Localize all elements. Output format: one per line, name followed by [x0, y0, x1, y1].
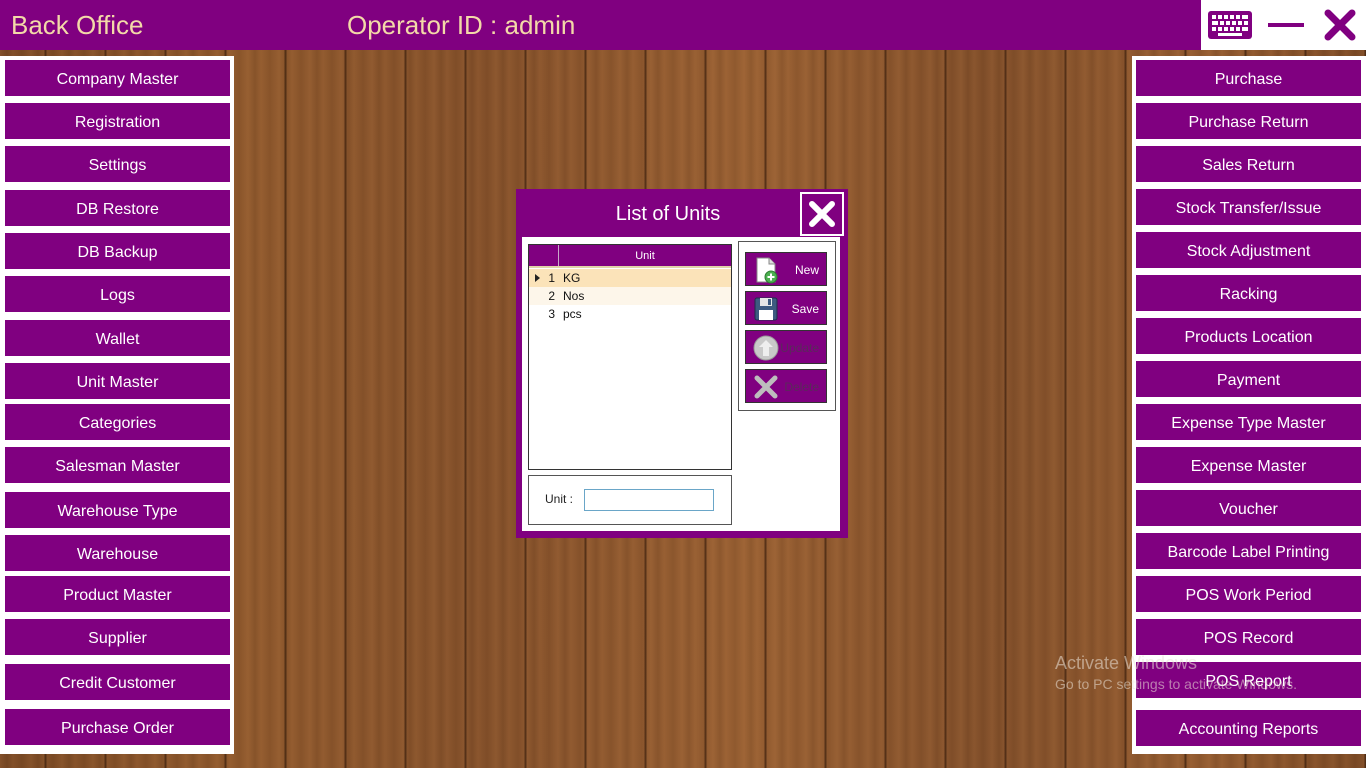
close-icon — [809, 201, 835, 227]
settings-button[interactable]: Settings — [5, 146, 230, 182]
expense-master-button[interactable]: Expense Master — [1136, 447, 1361, 483]
purchase-order-button[interactable]: Purchase Order — [5, 709, 230, 745]
new-document-icon — [756, 257, 778, 284]
sales-return-button[interactable]: Sales Return — [1136, 146, 1361, 182]
new-button[interactable]: New — [745, 252, 827, 286]
operator-id-label: Operator ID : admin — [347, 10, 576, 40]
unit-master-button[interactable]: Unit Master — [5, 363, 230, 399]
db-restore-button[interactable]: DB Restore — [5, 190, 230, 226]
accounting-reports-button[interactable]: Accounting Reports — [1136, 710, 1361, 746]
grid-corner — [529, 245, 559, 266]
delete-button[interactable]: Delete — [745, 369, 827, 403]
list-of-units-dialog: List of Units Unit 1 KG 2 Nos 3 pcs New … — [516, 189, 848, 538]
stock-adjustment-button[interactable]: Stock Adjustment — [1136, 232, 1361, 268]
stock-transfer-issue-button[interactable]: Stock Transfer/Issue — [1136, 189, 1361, 225]
unit-entry-panel: Unit : — [528, 475, 732, 525]
company-master-button[interactable]: Company Master — [5, 60, 230, 96]
title-bar: Back Office Operator ID : admin — [0, 0, 1366, 50]
units-grid[interactable]: Unit 1 KG 2 Nos 3 pcs — [528, 244, 732, 470]
voucher-button[interactable]: Voucher — [1136, 490, 1361, 526]
purchase-button[interactable]: Purchase — [1136, 60, 1361, 96]
payment-button[interactable]: Payment — [1136, 361, 1361, 397]
dialog-title: List of Units — [615, 203, 721, 225]
pos-work-period-button[interactable]: POS Work Period — [1136, 576, 1361, 612]
supplier-button[interactable]: Supplier — [5, 619, 230, 655]
grid-row[interactable]: 1 KG — [529, 269, 731, 287]
update-button-label: Update — [780, 341, 819, 355]
delete-button-label: Delete — [784, 380, 819, 394]
left-sidebar: Company Master Registration Settings DB … — [0, 56, 234, 754]
close-app-button[interactable] — [1313, 0, 1366, 50]
grid-row[interactable]: 3 pcs — [529, 305, 731, 323]
product-master-button[interactable]: Product Master — [5, 576, 230, 612]
unit-field-label: Unit : — [545, 492, 574, 506]
pos-report-button[interactable]: POS Report — [1136, 662, 1361, 698]
dialog-close-button[interactable] — [800, 192, 844, 236]
purchase-return-button[interactable]: Purchase Return — [1136, 103, 1361, 139]
wallet-button[interactable]: Wallet — [5, 320, 230, 356]
credit-customer-button[interactable]: Credit Customer — [5, 664, 230, 700]
unit-input[interactable] — [584, 489, 714, 511]
row-unit-value: KG — [563, 271, 581, 285]
action-panel: New Save Update Delete — [738, 241, 836, 411]
update-button[interactable]: Update — [745, 330, 827, 364]
pos-record-button[interactable]: POS Record — [1136, 619, 1361, 655]
update-arrow-icon — [753, 335, 779, 361]
save-button-label: Save — [791, 302, 819, 316]
logs-button[interactable]: Logs — [5, 276, 230, 312]
row-selector-arrow-icon — [535, 274, 540, 282]
categories-button[interactable]: Categories — [5, 404, 230, 440]
app-title: Back Office — [11, 10, 144, 40]
grid-row[interactable]: 2 Nos — [529, 287, 731, 305]
row-unit-value: pcs — [563, 307, 582, 321]
floppy-disk-icon — [754, 297, 778, 321]
minimize-button[interactable] — [1259, 0, 1313, 50]
row-number: 1 — [548, 271, 555, 285]
keyboard-button[interactable] — [1201, 0, 1259, 50]
salesman-master-button[interactable]: Salesman Master — [5, 447, 230, 483]
warehouse-button[interactable]: Warehouse — [5, 535, 230, 571]
racking-button[interactable]: Racking — [1136, 275, 1361, 311]
close-icon — [1324, 9, 1355, 41]
products-location-button[interactable]: Products Location — [1136, 318, 1361, 354]
delete-x-icon — [754, 375, 778, 399]
save-button[interactable]: Save — [745, 291, 827, 325]
row-unit-value: Nos — [563, 289, 585, 303]
grid-header: Unit — [529, 245, 731, 268]
db-backup-button[interactable]: DB Backup — [5, 233, 230, 269]
minimize-icon — [1268, 23, 1304, 27]
registration-button[interactable]: Registration — [5, 103, 230, 139]
row-number: 3 — [548, 307, 555, 321]
new-button-label: New — [794, 263, 819, 277]
unit-column-header[interactable]: Unit — [559, 245, 731, 266]
right-sidebar: Purchase Purchase Return Sales Return St… — [1132, 56, 1366, 754]
dialog-body: Unit 1 KG 2 Nos 3 pcs New Save Update De… — [522, 237, 840, 531]
keyboard-icon — [1208, 11, 1252, 39]
expense-type-master-button[interactable]: Expense Type Master — [1136, 404, 1361, 440]
warehouse-type-button[interactable]: Warehouse Type — [5, 492, 230, 528]
barcode-label-printing-button[interactable]: Barcode Label Printing — [1136, 533, 1361, 569]
row-number: 2 — [548, 289, 555, 303]
